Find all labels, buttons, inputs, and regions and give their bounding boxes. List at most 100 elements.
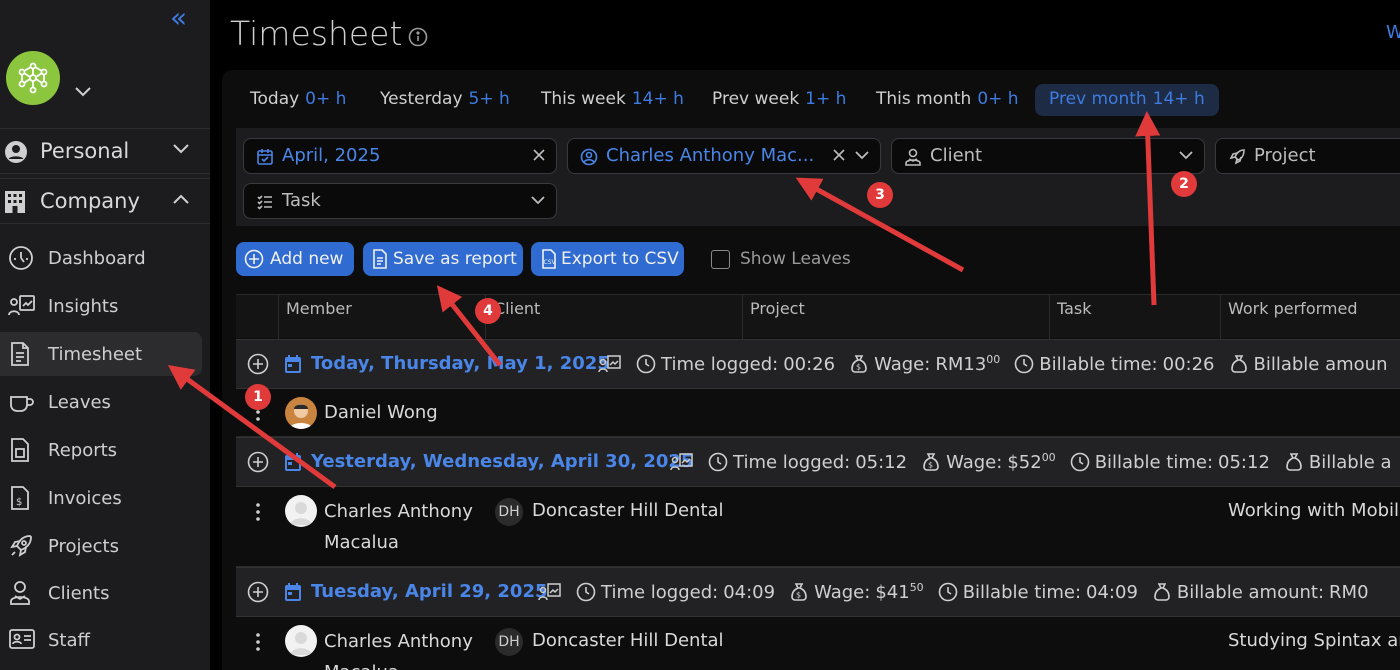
time-logged-value: 04:09 bbox=[723, 581, 776, 603]
wage-value: $41 bbox=[875, 582, 910, 603]
group-date[interactable]: Yesterday, Wednesday, April 30, 2025 bbox=[311, 451, 693, 472]
svg-text:$: $ bbox=[796, 591, 801, 600]
group-date[interactable]: Today, Thursday, May 1, 2025 bbox=[311, 353, 610, 374]
quick-filter-label: Yesterday bbox=[380, 89, 463, 109]
wage-stat: $ Wage: RM1300 bbox=[849, 353, 1000, 375]
clear-icon[interactable] bbox=[832, 148, 846, 162]
billable-amount-value: RM0 bbox=[1329, 581, 1369, 603]
section-company[interactable]: Company bbox=[0, 178, 210, 224]
clock-icon bbox=[1014, 354, 1034, 374]
client-name: Doncaster Hill Dental bbox=[532, 500, 724, 521]
quick-filter-today[interactable]: Today 0+ h bbox=[236, 84, 360, 116]
export-csv-button[interactable]: CSV Export to CSV bbox=[531, 242, 684, 276]
billable-amount-stat: Billable amount: RM0 bbox=[1152, 582, 1369, 603]
user-circle-icon bbox=[5, 141, 27, 163]
coffee-cup-icon bbox=[10, 396, 34, 412]
sidebar-item-reports[interactable]: Reports bbox=[0, 428, 202, 472]
quick-filter-this-week[interactable]: This week 14+ h bbox=[527, 84, 698, 116]
date-filter[interactable]: April, 2025 bbox=[243, 138, 557, 174]
show-leaves-checkbox[interactable] bbox=[711, 250, 730, 269]
column-work-performed[interactable]: Work performed bbox=[1228, 299, 1357, 318]
svg-text:$: $ bbox=[928, 461, 933, 470]
client-filter[interactable]: Client bbox=[891, 138, 1205, 174]
insights-icon bbox=[8, 295, 35, 316]
quick-filter-prev-week[interactable]: Prev week 1+ h bbox=[698, 84, 860, 116]
quick-filter-this-month[interactable]: This month 0+ h bbox=[862, 84, 1033, 116]
more-options-icon[interactable] bbox=[256, 503, 260, 521]
group-stats: Time logged: 05:12 $ Wage: $5200 Billable t… bbox=[670, 451, 1392, 473]
billable-time-stat: Billable time: 00:26 bbox=[1014, 353, 1215, 375]
time-logged-label: Time logged: bbox=[661, 353, 779, 375]
group-stats: Time logged: 04:09 $ Wage: $4150 Billable t… bbox=[538, 581, 1369, 603]
sidebar: « Personal Company Dashboard Insights Ti… bbox=[0, 0, 210, 670]
quick-filter-prev-month[interactable]: Prev month 14+ h bbox=[1035, 84, 1219, 116]
table-row[interactable]: Daniel Wong bbox=[236, 389, 1400, 437]
sidebar-item-clients[interactable]: Clients bbox=[0, 571, 202, 615]
table-row[interactable]: Charles Anthony Macalua DH Doncaster Hill… bbox=[236, 617, 1400, 670]
insights-icon[interactable] bbox=[598, 354, 622, 374]
sidebar-item-insights[interactable]: Insights bbox=[0, 284, 202, 328]
add-new-button[interactable]: Add new bbox=[236, 242, 354, 276]
sidebar-item-timesheet[interactable]: Timesheet bbox=[0, 332, 202, 376]
client-filter-placeholder: Client bbox=[930, 145, 983, 166]
sidebar-item-staff[interactable]: Staff bbox=[0, 618, 202, 662]
collapse-sidebar-icon[interactable]: « bbox=[170, 4, 187, 32]
calendar-icon bbox=[285, 355, 301, 373]
section-personal[interactable]: Personal bbox=[0, 128, 210, 174]
time-logged-stat: Time logged: 00:26 bbox=[636, 354, 835, 375]
billable-time-value: 04:09 bbox=[1086, 581, 1138, 603]
chevron-down-icon[interactable] bbox=[530, 194, 546, 206]
info-icon[interactable] bbox=[408, 27, 428, 47]
billable-time-stat: Billable time: 04:09 bbox=[938, 582, 1138, 603]
project-filter[interactable]: Project bbox=[1215, 138, 1400, 174]
avatar bbox=[285, 625, 317, 657]
company-logo[interactable] bbox=[6, 51, 60, 105]
billable-time-label: Billable time: bbox=[1039, 353, 1158, 375]
sidebar-item-label: Projects bbox=[48, 536, 119, 557]
task-filter[interactable]: Task bbox=[243, 183, 557, 219]
column-project[interactable]: Project bbox=[750, 299, 805, 318]
billable-amount-label: Billable a bbox=[1308, 451, 1392, 473]
member-filter[interactable]: Charles Anthony Mac... bbox=[567, 138, 881, 174]
add-entry-icon[interactable] bbox=[247, 581, 269, 603]
column-client[interactable]: Client bbox=[494, 299, 540, 318]
chevron-down-icon[interactable] bbox=[1178, 149, 1194, 161]
top-right-link[interactable]: W bbox=[1386, 22, 1400, 43]
client-icon bbox=[10, 581, 30, 605]
export-csv-label: Export to CSV bbox=[561, 249, 679, 269]
insights-icon[interactable] bbox=[538, 582, 562, 602]
csv-file-icon: CSV bbox=[542, 249, 556, 269]
money-bag-icon: $ bbox=[923, 453, 939, 471]
client-initials-badge: DH bbox=[495, 498, 523, 526]
clock-icon bbox=[1070, 452, 1089, 472]
add-entry-icon[interactable] bbox=[247, 451, 269, 473]
wage-cents: 50 bbox=[909, 581, 924, 594]
column-member[interactable]: Member bbox=[286, 299, 352, 318]
sidebar-item-projects[interactable]: Projects bbox=[0, 524, 202, 568]
calendar-icon bbox=[285, 453, 301, 471]
chevron-down-icon[interactable] bbox=[74, 86, 92, 98]
rocket-icon bbox=[1229, 149, 1245, 165]
sidebar-item-invoices[interactable]: $ Invoices bbox=[0, 476, 202, 520]
save-as-report-button[interactable]: Save as report bbox=[363, 242, 523, 276]
sidebar-item-label: Reports bbox=[48, 440, 118, 461]
insights-icon[interactable] bbox=[670, 452, 694, 472]
billable-time-stat: Billable time: 05:12 bbox=[1070, 452, 1270, 473]
quick-filter-value: 5+ h bbox=[468, 89, 510, 109]
user-circle-icon bbox=[580, 148, 598, 166]
clear-icon[interactable] bbox=[532, 148, 546, 162]
table-row[interactable]: Charles Anthony Macalua DH Doncaster Hill… bbox=[236, 487, 1400, 567]
chevron-down-icon[interactable] bbox=[854, 149, 870, 161]
rocket-icon bbox=[10, 535, 32, 557]
add-entry-icon[interactable] bbox=[247, 353, 269, 375]
column-task[interactable]: Task bbox=[1057, 299, 1092, 318]
wage-cents: 00 bbox=[986, 353, 1001, 366]
more-options-icon[interactable] bbox=[256, 633, 260, 651]
quick-filter-yesterday[interactable]: Yesterday 5+ h bbox=[366, 84, 524, 116]
sidebar-item-leaves[interactable]: Leaves bbox=[0, 380, 202, 424]
wage-value: $52 bbox=[1007, 452, 1042, 473]
group-date[interactable]: Tuesday, April 29, 2025 bbox=[311, 581, 548, 602]
sidebar-item-dashboard[interactable]: Dashboard bbox=[0, 236, 202, 280]
calendar-icon bbox=[257, 149, 273, 165]
member-name-line: Macalua bbox=[324, 662, 399, 670]
